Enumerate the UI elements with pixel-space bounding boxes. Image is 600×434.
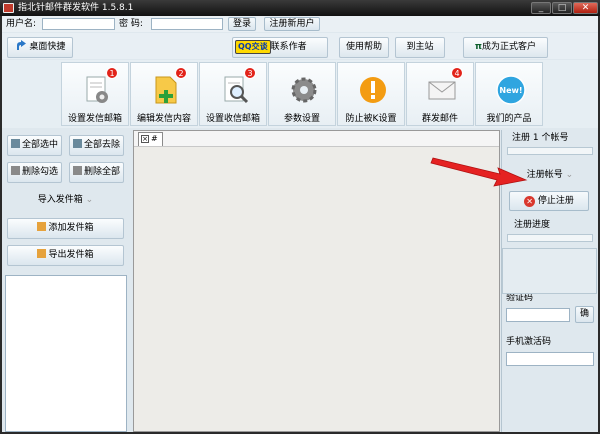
register-progress-bar [507, 234, 593, 242]
stop-register-label: 停止注册 [537, 196, 574, 206]
maximize-button[interactable]: □ [552, 2, 572, 14]
tool-label: 我们的产品 [486, 114, 532, 124]
register-progress-label: 注册进度 [514, 220, 551, 230]
app-icon [3, 3, 14, 13]
username-label: 用户名: [6, 19, 37, 29]
tool-parameters[interactable]: 参数设置 [268, 62, 336, 126]
tool-label: 设置收信邮箱 [205, 114, 260, 124]
sender-list[interactable] [5, 275, 127, 432]
tool-label: 参数设置 [283, 114, 320, 124]
captcha-confirm-button[interactable]: 确 [575, 306, 594, 323]
username-input[interactable] [42, 18, 115, 30]
import-sender-dropdown[interactable]: 导入发件箱 ⌄ [7, 190, 124, 211]
list-icon [10, 139, 20, 148]
contact-author-label: 联系作者 [270, 42, 307, 52]
contact-author-button[interactable]: QQ交谈 联系作者 [232, 37, 328, 58]
top-toolbar: 桌面快捷 QQ交谈 联系作者 使用帮助 到主站 π成为正式客户 [2, 33, 598, 59]
export-icon [37, 249, 47, 258]
title-bar: 指北针邮件群发软件 1.5.8.1 _ □ ✕ [0, 0, 600, 16]
close-button[interactable]: ✕ [573, 2, 598, 14]
window-title: 指北针邮件群发软件 1.5.8.1 [18, 3, 134, 13]
tool-label: 编辑发信内容 [136, 114, 191, 124]
eraser-icon [10, 166, 20, 175]
add-icon [37, 222, 47, 231]
export-sender-button[interactable]: 导出发件箱 [7, 245, 124, 266]
desktop-shortcut-label: 桌面快捷 [29, 42, 66, 52]
tool-setup-sender[interactable]: 1 设置发信邮箱 [61, 62, 129, 126]
pi-icon: π [474, 42, 483, 52]
document-search-icon [224, 76, 249, 104]
add-sender-button[interactable]: 添加发件箱 [7, 218, 124, 239]
qq-icon: QQ交谈 [235, 40, 271, 54]
document-plus-icon [155, 76, 177, 104]
annotation-arrow-icon [430, 157, 528, 187]
eraser-icon [72, 166, 82, 175]
sms-code-label: 手机激活码 [506, 337, 552, 347]
import-label: 导入发件箱 [37, 195, 83, 205]
tool-edit-content[interactable]: 2 编辑发信内容 [130, 62, 198, 126]
export-label: 导出发件箱 [48, 250, 94, 260]
step-badge: 1 [106, 67, 118, 79]
tab-document[interactable]: × # [138, 132, 163, 146]
desktop-shortcut-button[interactable]: 桌面快捷 [7, 37, 73, 58]
step-badge: 3 [244, 67, 256, 79]
delete-checked-label: 删除勾选 [21, 167, 58, 177]
step-badge: 4 [451, 67, 463, 79]
close-tab-icon[interactable]: × [141, 135, 149, 143]
help-button[interactable]: 使用帮助 [339, 37, 389, 58]
delete-all-button[interactable]: 删除全部 [69, 162, 124, 183]
tool-label: 群发邮件 [421, 114, 458, 124]
tab-label: # [151, 134, 158, 143]
chevron-down-icon: ⌄ [565, 170, 574, 180]
new-badge-icon: New! [496, 75, 526, 105]
new-badge-text: New! [499, 86, 522, 95]
list-icon [72, 139, 82, 148]
register-status-box [502, 248, 597, 294]
register-user-button[interactable]: 注册新用户 [264, 17, 320, 31]
register-account-label: 注册帐号 [526, 170, 563, 180]
homepage-button[interactable]: 到主站 [395, 37, 445, 58]
select-all-button[interactable]: 全部选中 [7, 135, 62, 156]
chevron-down-icon: ⌄ [85, 195, 94, 205]
tab-strip [134, 131, 499, 147]
tool-bar: 1 设置发信邮箱 2 编辑发信内容 3 设置收信邮箱 参数设置 防止被K设置 4… [2, 60, 598, 128]
password-input[interactable] [151, 18, 223, 30]
select-all-label: 全部选中 [21, 140, 58, 150]
tool-send-mail[interactable]: 4 群发邮件 [406, 62, 474, 126]
tool-setup-receiver[interactable]: 3 设置收信邮箱 [199, 62, 267, 126]
step-badge: 2 [175, 67, 187, 79]
add-label: 添加发件箱 [48, 223, 94, 233]
delete-checked-button[interactable]: 删除勾选 [7, 162, 62, 183]
tool-anti-block[interactable]: 防止被K设置 [337, 62, 405, 126]
shortcut-arrow-icon [16, 40, 26, 50]
stop-icon: ✕ [524, 196, 536, 207]
become-customer-label: 成为正式客户 [482, 42, 537, 52]
tool-our-products[interactable]: New! 我们的产品 [475, 62, 543, 126]
delete-all-label: 删除全部 [83, 167, 120, 177]
minimize-button[interactable]: _ [531, 2, 551, 14]
tool-label: 设置发信邮箱 [67, 114, 122, 124]
captcha-input[interactable] [506, 308, 570, 322]
envelope-icon [428, 81, 456, 100]
tool-label: 防止被K设置 [345, 114, 397, 124]
stop-register-button[interactable]: ✕ 停止注册 [509, 191, 589, 211]
password-label: 密 码: [119, 19, 143, 29]
login-bar: 用户名: 密 码: 登录 注册新用户 [2, 16, 598, 32]
remove-all-label: 全部去除 [83, 140, 120, 150]
register-count-label: 注册 1 个帐号 [512, 133, 569, 143]
login-button[interactable]: 登录 [228, 17, 256, 31]
sms-code-input[interactable] [506, 352, 594, 366]
warning-icon [360, 77, 386, 103]
remove-all-button[interactable]: 全部去除 [69, 135, 124, 156]
document-gear-icon [86, 76, 108, 103]
gear-icon [291, 77, 317, 103]
become-customer-button[interactable]: π成为正式客户 [463, 37, 548, 58]
